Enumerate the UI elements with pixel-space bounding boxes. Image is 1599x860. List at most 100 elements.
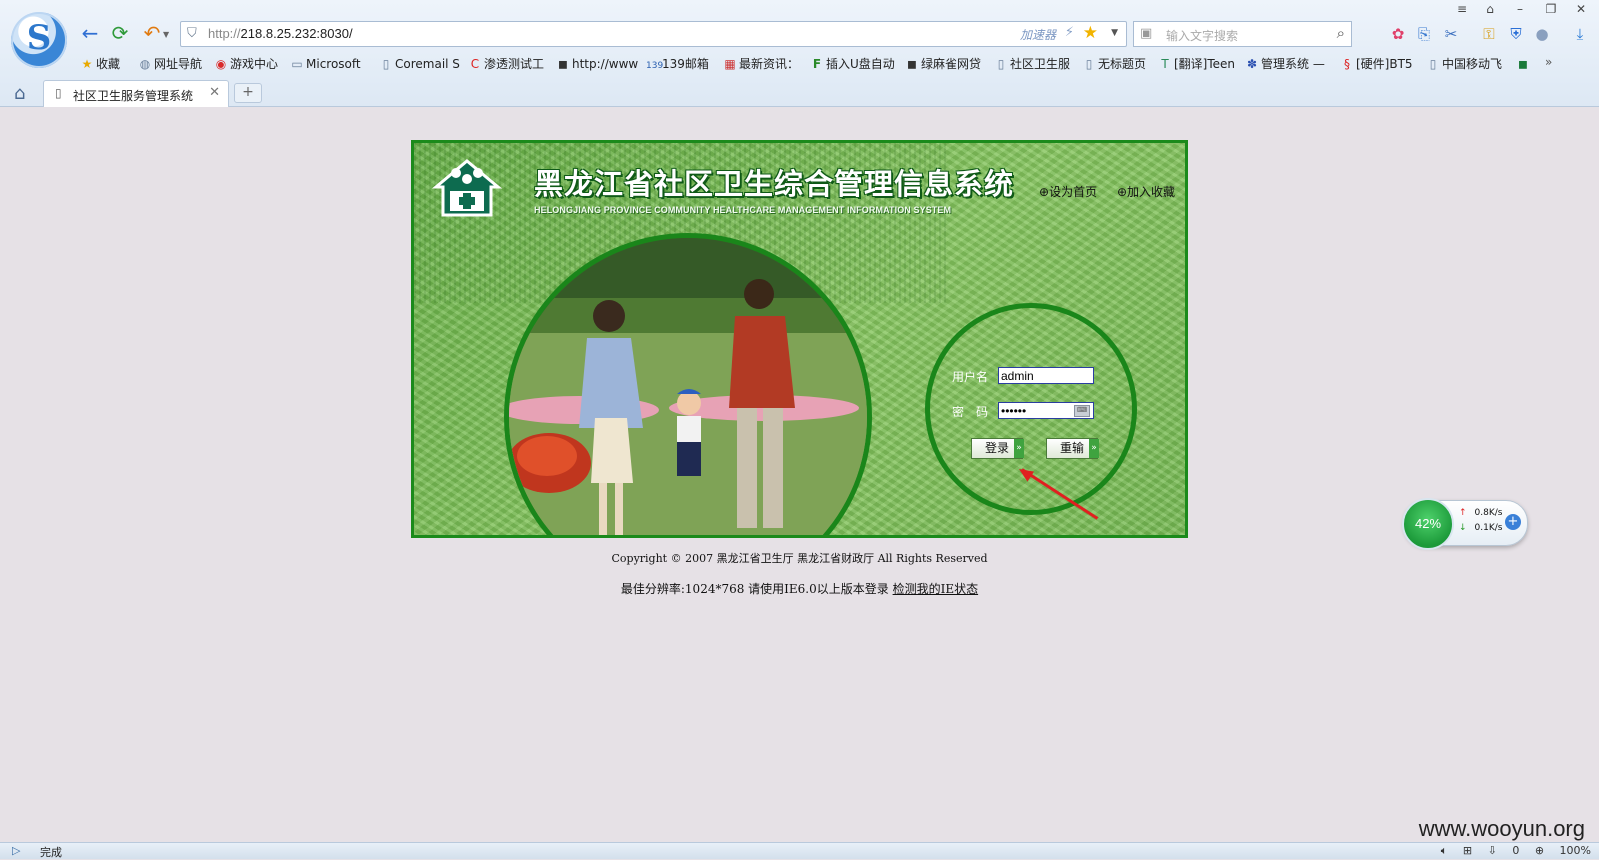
refresh-icon[interactable]: ⟳ [108,22,132,44]
bookmark-item[interactable]: ▯ 社区卫生服 [994,55,1070,73]
up-arrow-icon: ↑ [1459,508,1467,518]
memory-gauge[interactable]: 42% [1402,498,1454,550]
sogou-browser-logo[interactable]: S [11,12,67,68]
minimize-icon[interactable]: – [1509,0,1531,18]
tab-title: 社区卫生服务管理系统 [73,89,194,103]
login-button[interactable]: 登录 [971,438,1024,459]
zoom-level[interactable]: ⊕ 100% [1535,844,1591,857]
address-dropdown-icon[interactable]: ▼ [1111,28,1118,38]
bookmarks-overflow-icon[interactable]: » [1545,55,1552,69]
add-favorite-link[interactable]: ⊕加入收藏 [1117,185,1175,199]
bookmark-item[interactable]: F 插入U盘自动 [810,55,895,73]
watermark: www.wooyun.org [1418,816,1585,841]
bookmark-item[interactable]: § [硬件]BT5 [1340,55,1413,73]
bookmark-item[interactable]: T [翻译]Teen [1158,55,1235,73]
password-label: 密 码 [952,405,989,419]
resolution-note: 最佳分辨率:1024*768 请使用IE6.0以上版本登录 检测我的IE状态 [0,580,1599,597]
folder-icon: ▭ [291,57,303,71]
download-value: 0.1K/s [1474,523,1503,533]
extension-icon[interactable]: ⊞ [1463,844,1472,857]
bookmark-item[interactable]: ▯ 无标题页 [1082,55,1146,73]
bookmark-item[interactable]: ★ 收藏 [80,55,120,73]
site-icon: ◼ [1518,57,1528,71]
bookmark-item[interactable]: ▯ Coremail S [379,55,460,73]
password-mask: •••••• [1001,404,1027,418]
address-url[interactable]: http://218.8.25.232:8030/ [208,26,353,41]
lightning-icon[interactable]: ⚡ [1065,25,1074,40]
bookmark-item[interactable]: ✽ 管理系统 — [1245,55,1325,73]
status-bar: ▷ 完成 🔈︎ ⊞ ⇩ 0 ⊕ 100% [0,842,1599,859]
bookmark-item[interactable]: ◼ 绿麻雀网贷 [905,55,981,73]
bookmark-item[interactable]: C 渗透测试工 [468,55,544,73]
browser-chrome: S ← ⟳ ↶ ▼ ⛉ http://218.8.25.232:8030/ 加速… [0,0,1599,107]
download-speed: ↓ 0.1K/s [1459,523,1502,533]
bookmark-item[interactable]: ▦ 最新资讯： [723,55,799,73]
screenshot-icon[interactable]: ⎘ [1415,25,1433,43]
bookmark-item[interactable]: ◉ 游戏中心 [214,55,278,73]
bookmark-item[interactable]: ▯ 中国移动飞 [1426,55,1502,73]
expand-plus-icon[interactable]: + [1505,514,1521,530]
down-arrow-icon: ↓ [1459,523,1467,533]
bookmark-item[interactable]: ◼ [1516,55,1532,73]
house-cross-emblem-icon [432,159,502,217]
weibo-icon[interactable]: ✿ [1389,25,1407,43]
back-arrow-icon[interactable]: ← [78,22,102,44]
game-icon: ◉ [215,57,227,71]
skin-icon[interactable]: ⌂ [1479,0,1501,18]
network-speed-widget[interactable]: 42% ↑ 0.8K/s ↓ 0.1K/s + [1402,498,1528,550]
undo-dropdown-icon[interactable]: ▼ [163,30,169,39]
news-icon: ▦ [724,57,736,71]
check-ie-link[interactable]: 检测我的IE状态 [893,582,979,596]
top-links: ⊕设为首页 ⊕加入收藏 [1023,183,1175,200]
home-icon[interactable]: ⌂ [14,83,25,104]
undo-icon[interactable]: ↶ [140,22,164,44]
page-icon: ▯ [55,86,62,100]
username-label: 用户名 [952,370,989,384]
key-icon[interactable]: ⚿ [1480,25,1498,43]
c-logo-icon: C [470,57,480,71]
volume-icon[interactable]: 🔈︎ [1441,844,1448,857]
bookmark-item[interactable]: 139139邮箱 [646,55,709,73]
shield-protect-icon[interactable]: ⛨ [1507,25,1525,43]
download-icon[interactable]: ⤓ [1571,25,1589,43]
menu-icon[interactable]: ≡ [1451,0,1473,18]
family-photo-illustration [509,238,867,535]
address-bar[interactable]: ⛉ http://218.8.25.232:8030/ 加速器 ⚡ ★ ▼ [180,21,1127,47]
bookmark-item[interactable]: ▭ Microsoft [290,55,360,73]
close-window-icon[interactable]: ✕ [1570,0,1592,18]
page-icon: ▯ [382,57,390,71]
set-home-link[interactable]: ⊕设为首页 [1039,185,1097,199]
tab-row: ⌂ ▯ 社区卫生服务管理系统 ✕ + [0,80,1599,107]
bookmark-item[interactable]: ◼ http://www [556,55,638,73]
chat-icon[interactable]: ● [1533,25,1551,43]
sidebar-toggle-icon[interactable]: ▷ [12,844,20,857]
globe-icon: ◍ [139,57,151,71]
page-icon: ▯ [1429,57,1437,71]
search-placeholder: 输入文字搜索 [1166,29,1239,43]
upload-speed: ↑ 0.8K/s [1459,508,1502,518]
restore-icon[interactable]: ❐ [1540,0,1562,18]
accelerator-label[interactable]: 加速器 [1020,26,1056,43]
login-panel: 黑龙江省社区卫生综合管理信息系统 HELONGJIANG PROVINCE CO… [411,140,1188,538]
page-icon: ▯ [997,57,1005,71]
scissors-icon[interactable]: ✂ [1442,25,1460,43]
close-tab-icon[interactable]: ✕ [209,85,220,100]
search-icon[interactable]: ⌕ [1337,24,1345,42]
reset-button[interactable]: 重输 [1046,438,1099,459]
bookmark-item[interactable]: ◍ 网址导航 [138,55,202,73]
tab-active[interactable]: ▯ 社区卫生服务管理系统 ✕ [43,80,229,107]
new-tab-button[interactable]: + [234,83,262,103]
favorite-star-icon[interactable]: ★ [1083,23,1098,43]
site-icon: ◼ [907,57,917,71]
search-box[interactable]: ▣ 输入文字搜索 ⌕ [1133,21,1352,47]
download-count[interactable]: ⇩ 0 [1488,844,1520,857]
system-title: 黑龙江省社区卫生综合管理信息系统 [534,167,1015,201]
upload-value: 0.8K/s [1474,508,1503,518]
username-field[interactable]: admin [998,367,1094,384]
bt-icon: § [1344,57,1350,71]
password-field[interactable]: •••••• ⌨ [998,402,1094,419]
copyright-text: Copyright © 2007 黑龙江省卫生厅 黑龙江省财政厅 All Rig… [611,552,988,565]
search-engine-icon[interactable]: ▣ [1140,26,1152,41]
system-subtitle: HELONGJIANG PROVINCE COMMUNITY HEALTHCAR… [534,205,952,215]
keyboard-icon[interactable]: ⌨ [1074,405,1090,417]
